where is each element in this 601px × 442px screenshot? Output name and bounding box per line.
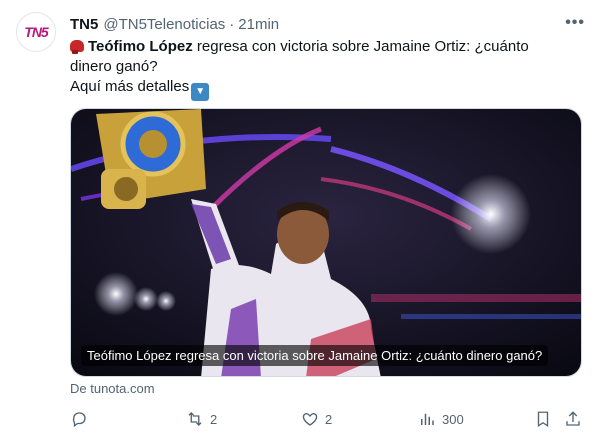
down-arrow-emoji-icon: ▼ [191,83,210,101]
author-name[interactable]: TN5 [70,16,98,33]
bookmark-button[interactable] [534,410,552,428]
tweet-text: Teófimo López regresa con victoria sobre… [70,37,570,101]
tweet-header: TN5 @TN5Telenoticias · 21min [70,13,585,35]
like-button[interactable]: 2 [301,410,332,428]
retweet-count: 2 [210,411,218,427]
link-card[interactable]: Teófimo López regresa con victoria sobre… [70,108,582,377]
boxing-glove-icon [70,40,84,54]
reply-icon [72,412,86,428]
share-button[interactable] [564,410,582,428]
views-count: 300 [442,411,464,427]
like-count: 2 [325,411,333,427]
separator-dot: · [229,15,235,33]
author-avatar[interactable]: TN5 [16,12,56,52]
tweet-timestamp[interactable]: 21min [238,16,279,33]
tweet-actions: 2 2 300 [70,410,582,432]
card-caption-wrap: Teófimo López regresa con victoria sobre… [81,345,549,366]
tweet-text-bold: Teófimo López [88,38,193,55]
avatar-logo: TN5 [24,24,48,40]
author-handle[interactable]: @TN5Telenoticias [103,16,225,33]
card-image [71,109,581,376]
views-button[interactable]: 300 [418,410,464,428]
retweet-button[interactable]: 2 [186,410,217,428]
retweet-icon [188,412,202,426]
views-icon [421,413,434,425]
card-caption: Teófimo López regresa con victoria sobre… [81,345,549,366]
share-icon [566,411,580,426]
heart-icon [302,413,318,426]
reply-button[interactable] [70,410,94,428]
card-source[interactable]: De tunota.com [70,381,155,396]
tweet-text-line2: Aquí más detalles [70,78,190,95]
bookmark-icon [537,411,549,428]
more-icon[interactable]: ••• [565,14,585,32]
